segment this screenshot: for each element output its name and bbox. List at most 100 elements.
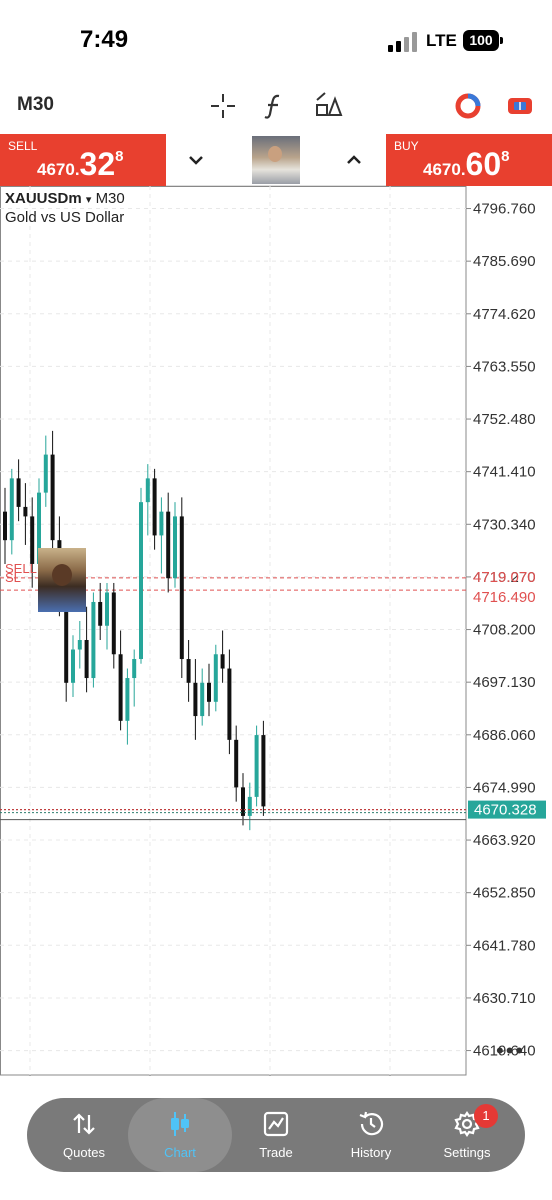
candle-body bbox=[241, 787, 245, 816]
candle-body bbox=[159, 511, 164, 536]
candle-body bbox=[207, 682, 211, 702]
y-tick-label: 4697.130 bbox=[473, 674, 536, 691]
status-time: 7:49 bbox=[80, 26, 129, 53]
order-price-label-upper: 4719.070 bbox=[473, 569, 536, 586]
candle-body bbox=[173, 516, 177, 579]
y-tick-label: 4730.340 bbox=[473, 516, 536, 533]
nav-chart[interactable]: Chart bbox=[128, 1098, 232, 1172]
settings-notification-badge: 1 bbox=[474, 1104, 498, 1128]
candle-body bbox=[193, 682, 198, 717]
buy-price-small: 4670. bbox=[423, 160, 466, 179]
candle-body bbox=[254, 735, 259, 797]
chevron-down-icon bbox=[189, 156, 203, 165]
window-icon[interactable] bbox=[504, 90, 536, 122]
symbol-dropdown-arrow: ▾ bbox=[85, 194, 92, 206]
candle-body bbox=[43, 454, 48, 493]
chart-icon bbox=[166, 1110, 194, 1138]
sell-label: SELL bbox=[8, 139, 38, 153]
y-tick-label: 4796.760 bbox=[473, 201, 536, 218]
status-bar: 7:49 LTE 100 bbox=[0, 0, 552, 80]
y-tick-label: 4686.060 bbox=[473, 727, 536, 744]
volume-overlay-photo bbox=[252, 136, 300, 184]
candle-body bbox=[71, 649, 75, 683]
crosshair-icon[interactable] bbox=[207, 90, 239, 122]
nav-quotes-label: Quotes bbox=[63, 1145, 105, 1160]
nav-trade-label: Trade bbox=[259, 1145, 293, 1160]
current-price-label: 4670.328 bbox=[474, 802, 537, 819]
y-tick-label: 4674.990 bbox=[473, 779, 536, 796]
y-tick-label: 4763.550 bbox=[473, 358, 536, 375]
buy-button[interactable]: BUY 4670.608 bbox=[386, 134, 552, 186]
sell-price-small: 4670. bbox=[37, 160, 80, 179]
sell-order-marker[interactable]: SELL SL bbox=[5, 562, 37, 584]
candle-body bbox=[23, 506, 28, 517]
y-tick-label: 4641.780 bbox=[473, 937, 536, 954]
y-tick-label: 4774.620 bbox=[473, 306, 536, 323]
candle-body bbox=[166, 511, 171, 579]
y-tick-label: 4663.920 bbox=[473, 832, 536, 849]
nav-trade[interactable]: Trade bbox=[228, 1098, 324, 1172]
candle-body bbox=[3, 511, 7, 541]
buy-price-big: 60 bbox=[465, 146, 502, 182]
candle-body bbox=[200, 682, 205, 717]
network-label: LTE bbox=[426, 31, 457, 50]
symbol-header[interactable]: XAUUSDm ▾ M30 bbox=[5, 190, 125, 207]
candle-body bbox=[152, 478, 157, 536]
signal-icon bbox=[388, 32, 418, 52]
candle-body bbox=[145, 478, 150, 503]
y-tick-label: 4752.480 bbox=[473, 411, 536, 428]
chart-menu-button[interactable]: ••• bbox=[496, 1038, 525, 1064]
candle-body bbox=[16, 478, 21, 507]
volume-down-button[interactable] bbox=[178, 142, 214, 178]
sell-price-big: 32 bbox=[79, 146, 116, 182]
buy-label: BUY bbox=[394, 139, 419, 153]
battery-tip bbox=[500, 37, 503, 44]
quotes-icon bbox=[70, 1110, 98, 1138]
candle-body bbox=[77, 640, 82, 650]
y-tick-label: 4785.690 bbox=[473, 253, 536, 270]
buy-price-sup: 8 bbox=[501, 148, 510, 165]
candle-body bbox=[220, 654, 225, 669]
nav-quotes[interactable]: Quotes bbox=[36, 1098, 132, 1172]
function-icon[interactable] bbox=[258, 90, 290, 122]
candle-body bbox=[213, 654, 218, 702]
candlestick-chart[interactable]: 4796.760 4785.690 4774.620 4763.550 4752.480… bbox=[0, 186, 552, 1076]
candle-body bbox=[50, 454, 55, 541]
objects-icon[interactable] bbox=[312, 90, 344, 122]
candle-body bbox=[111, 592, 116, 655]
avatar-overlay bbox=[38, 548, 86, 612]
candle-body bbox=[105, 592, 109, 626]
nav-history[interactable]: History bbox=[323, 1098, 419, 1172]
nav-chart-label: Chart bbox=[164, 1145, 196, 1160]
candle-body bbox=[9, 478, 14, 541]
candle-body bbox=[125, 678, 130, 721]
nav-settings[interactable]: Settings bbox=[419, 1098, 515, 1172]
candle-body bbox=[227, 668, 232, 740]
candle-body bbox=[234, 739, 239, 788]
timeframe-button[interactable]: M30 bbox=[17, 94, 54, 116]
candle-body bbox=[186, 659, 191, 683]
candle-body bbox=[30, 516, 35, 564]
candle-body bbox=[261, 735, 266, 807]
chart-toolbar: M30 bbox=[0, 80, 552, 132]
account-icon[interactable] bbox=[452, 90, 484, 122]
one-click-trading-panel: SELL 4670.328 BUY 4670.608 bbox=[0, 134, 552, 186]
y-tick-label: 4708.200 bbox=[473, 622, 536, 639]
candle-body bbox=[98, 601, 103, 626]
chevron-up-icon bbox=[347, 155, 361, 164]
volume-up-button[interactable] bbox=[336, 142, 372, 178]
candle-body bbox=[139, 502, 143, 660]
buy-price: 4670.608 bbox=[423, 146, 509, 183]
bottom-navigation: Quotes Chart Trade History Settings bbox=[27, 1098, 525, 1172]
price-chart[interactable]: 4796.760 4785.690 4774.620 4763.550 4752.480… bbox=[0, 186, 552, 1076]
y-tick-label: 4741.410 bbox=[473, 464, 536, 481]
order-price-label: 4716.490 bbox=[473, 589, 536, 606]
candle-body bbox=[179, 516, 184, 660]
plot-frame bbox=[0, 186, 467, 1076]
sell-button[interactable]: SELL 4670.328 bbox=[0, 134, 166, 186]
nav-history-label: History bbox=[350, 1145, 392, 1160]
symbol-timeframe: M30 bbox=[95, 190, 125, 207]
candle-body bbox=[132, 659, 137, 679]
candle-body bbox=[64, 601, 69, 683]
trade-icon bbox=[262, 1110, 290, 1138]
